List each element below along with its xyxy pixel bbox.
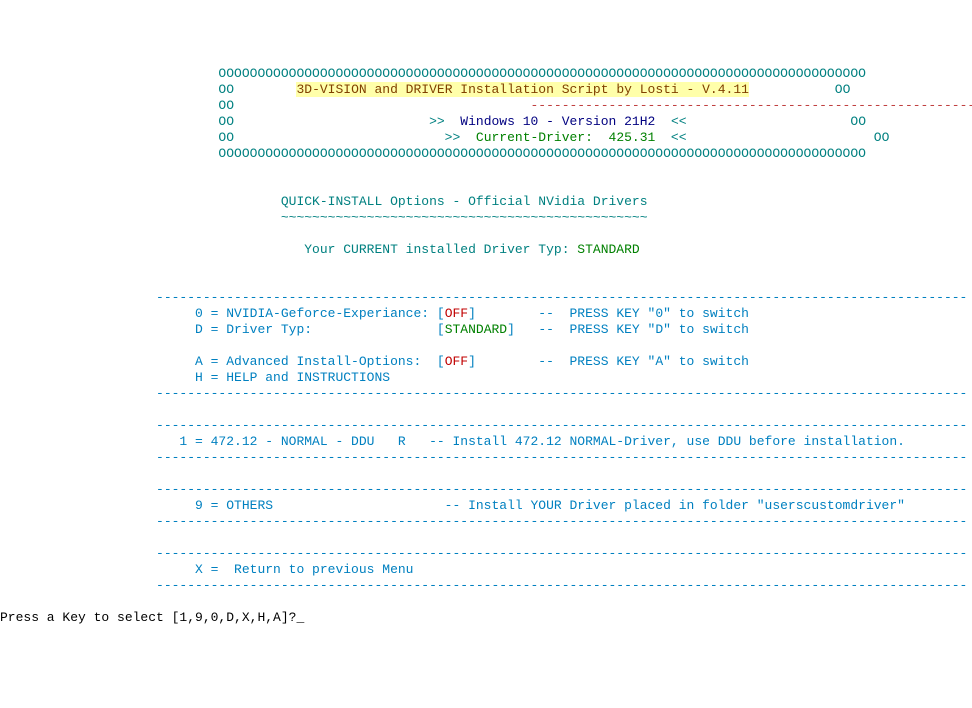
drv-post: << — [655, 130, 873, 145]
option-0-value: OFF — [445, 306, 468, 321]
option-1: 1 = 472.12 - NORMAL - DDU R -- Install 4… — [0, 434, 905, 449]
drv-pre: >> — [234, 130, 476, 145]
oo-right: OO — [835, 82, 851, 97]
divider: ----------------------------------------… — [0, 386, 967, 401]
console-output: OOOOOOOOOOOOOOOOOOOOOOOOOOOOOOOOOOOOOOOO… — [0, 66, 972, 626]
option-a-value: OFF — [445, 354, 468, 369]
oo-left: OO — [0, 114, 234, 129]
oo-left: OO — [0, 130, 234, 145]
cursor-icon: _ — [296, 610, 304, 625]
option-a-label: A = Advanced Install-Options: [ — [0, 354, 445, 369]
oo-left: OO — [0, 82, 234, 97]
option-d-value: STANDARD — [445, 322, 507, 337]
option-0-hint: ] -- PRESS KEY "0" to switch — [468, 306, 749, 321]
os-version: Windows 10 - Version 21H2 — [460, 114, 655, 129]
drv-version: 425.31 — [609, 130, 656, 145]
option-d-hint: ] -- PRESS KEY "D" to switch — [507, 322, 749, 337]
divider: ----------------------------------------… — [0, 482, 967, 497]
border-bottom: OOOOOOOOOOOOOOOOOOOOOOOOOOOOOOOOOOOOOOOO… — [0, 146, 866, 161]
divider: ----------------------------------------… — [0, 578, 967, 593]
script-title: 3D-VISION and DRIVER Installation Script… — [296, 82, 748, 97]
oo-right: OO — [874, 130, 890, 145]
oo-left: OO — [0, 98, 234, 113]
quick-install-wave: ~~~~~~~~~~~~~~~~~~~~~~~~~~~~~~~~~~~~~~~~… — [0, 210, 648, 225]
divider: ----------------------------------------… — [0, 514, 967, 529]
divider: ----------------------------------------… — [0, 290, 967, 305]
border-top: OOOOOOOOOOOOOOOOOOOOOOOOOOOOOOOOOOOOOOOO… — [0, 66, 866, 81]
drv-label: Current-Driver: — [476, 130, 609, 145]
option-d-label: D = Driver Typ: [ — [0, 322, 445, 337]
current-driver-label: Your CURRENT installed Driver Typ: — [0, 242, 577, 257]
quick-install-title: QUICK-INSTALL Options - Official NVidia … — [0, 194, 648, 209]
option-9: 9 = OTHERS -- Install YOUR Driver placed… — [0, 498, 905, 513]
divider: ----------------------------------------… — [0, 546, 967, 561]
option-x: X = Return to previous Menu — [0, 562, 413, 577]
divider: ----------------------------------------… — [0, 418, 967, 433]
option-a-hint: ] -- PRESS KEY "A" to switch — [468, 354, 749, 369]
os-pre: >> — [234, 114, 460, 129]
option-h: H = HELP and INSTRUCTIONS — [0, 370, 390, 385]
os-post: << — [655, 114, 850, 129]
title-underline: ----------------------------------------… — [234, 98, 972, 113]
prompt-text[interactable]: Press a Key to select [1,9,0,D,X,H,A]? — [0, 610, 296, 625]
option-0-label: 0 = NVIDIA-Geforce-Experiance: [ — [0, 306, 445, 321]
divider: ----------------------------------------… — [0, 450, 967, 465]
current-driver-value: STANDARD — [577, 242, 639, 257]
oo-right: OO — [850, 114, 866, 129]
